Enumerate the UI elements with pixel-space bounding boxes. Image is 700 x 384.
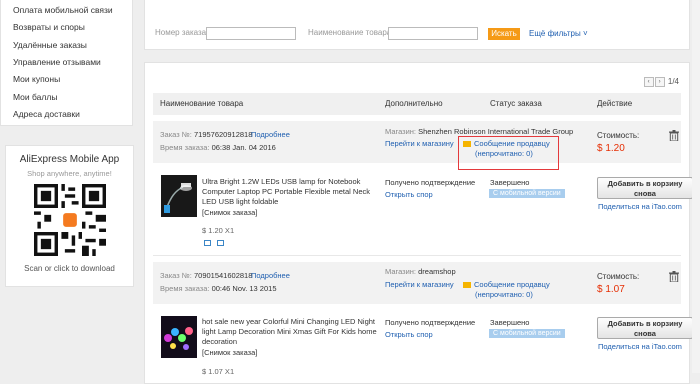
sidebar-item-reviews[interactable]: Управление отзывами <box>13 57 101 67</box>
order-number-input[interactable] <box>206 27 296 40</box>
order-status: Завершено <box>490 178 530 187</box>
sidebar-item-returns[interactable]: Возвраты и споры <box>13 22 85 32</box>
cost-label: Стоимость: <box>597 272 640 281</box>
order-snapshot-link[interactable]: [Снимок заказа] <box>202 208 302 218</box>
app-promo-subtitle: Shop anywhere, anytime! <box>27 169 112 178</box>
cost-label: Стоимость: <box>597 131 640 140</box>
mobile-badge: С мобильной версии <box>489 189 565 198</box>
highlight-message-seller <box>458 136 559 170</box>
unread-count[interactable]: (непрочитано: 0) <box>475 290 533 299</box>
order-search-panel: Номер заказа: Наименование товара: Искат… <box>144 0 690 50</box>
add-to-cart-again-button[interactable]: Добавить в корзину снова <box>597 317 693 339</box>
order-details-link[interactable]: Подробнее <box>251 130 290 139</box>
order-header: Заказ №: 70901541602818 Подробнее Время … <box>153 262 681 304</box>
sidebar-item-addresses[interactable]: Адреса доставки <box>13 109 80 119</box>
order-cost: $ 1.07 <box>597 284 625 295</box>
orders-panel: ‹ › 1/4 Наименование товара Дополнительно… <box>144 62 693 384</box>
product-title[interactable]: Ultra Bright 1.2W LEDs USB lamp for Note… <box>202 177 377 207</box>
qr-code-icon[interactable] <box>34 184 106 256</box>
next-page-button[interactable]: › <box>654 77 665 87</box>
order-time: Время заказа: 00:46 Nov. 13 2015 <box>160 284 277 293</box>
store-name: Магазин: Shenzhen Robinson International… <box>385 127 574 136</box>
order-snapshot-link[interactable]: [Снимок заказа] <box>202 348 302 358</box>
go-to-store-link[interactable]: Перейти к магазину <box>385 139 454 148</box>
product-image-usb-lamp[interactable] <box>161 175 197 217</box>
app-download-link[interactable]: Scan or click to download <box>6 264 133 273</box>
app-promo-title: AliExpress Mobile App <box>19 154 120 165</box>
confirmation-status: Получено подтверждение <box>385 178 476 187</box>
trash-icon[interactable] <box>669 271 679 282</box>
header-action: Действие <box>597 99 633 108</box>
order-number-label: Номер заказа: <box>155 28 209 37</box>
product-price: $ 1.07 X1 <box>202 367 235 376</box>
confirmation-status: Получено подтверждение <box>385 318 476 327</box>
photo-icon[interactable] <box>204 240 211 246</box>
sidebar-item-points[interactable]: Мои баллы <box>13 92 57 102</box>
search-button[interactable]: Искать <box>488 28 520 40</box>
message-seller-link[interactable]: Сообщение продавцу <box>463 280 550 289</box>
header-status: Статус заказа <box>490 99 542 108</box>
go-to-store-link[interactable]: Перейти к магазину <box>385 280 454 289</box>
product-image-night-light[interactable] <box>161 316 197 358</box>
order-details-link[interactable]: Подробнее <box>251 271 290 280</box>
sidebar-item-deleted-orders[interactable]: Удалённые заказы <box>13 40 87 50</box>
page-scrollbar[interactable] <box>692 0 700 373</box>
share-itao-link[interactable]: Поделиться на iTao.com <box>598 342 682 351</box>
sidebar-item-coupons[interactable]: Мои купоны <box>13 74 60 84</box>
order-header: Заказ №: 71957620912818 Подробнее Время … <box>153 121 681 163</box>
product-title[interactable]: hot sale new year Colorful Mini Changing… <box>202 317 377 347</box>
order-time: Время заказа: 06:38 Jan. 04 2016 <box>160 143 276 152</box>
header-product: Наименование товара <box>160 99 244 108</box>
product-price: $ 1.20 X1 <box>202 226 235 235</box>
open-dispute-link[interactable]: Открыть спор <box>385 330 433 339</box>
order-cost: $ 1.20 <box>597 143 625 154</box>
note-icon[interactable] <box>217 240 224 246</box>
pagination: ‹ › 1/4 <box>643 77 679 87</box>
account-menu: Оплата мобильной связи Возвраты и споры … <box>0 0 133 126</box>
store-name: Магазин: dreamshop <box>385 267 456 276</box>
header-additional: Дополнительно <box>385 99 443 108</box>
more-filters-link[interactable]: Ещё фильтры ˅ <box>529 29 588 38</box>
trash-icon[interactable] <box>669 130 679 141</box>
orders-table-header: Наименование товара Дополнительно Статус… <box>153 93 681 115</box>
product-name-input[interactable] <box>388 27 478 40</box>
envelope-icon <box>463 282 471 289</box>
order-divider <box>153 255 681 256</box>
prev-page-button[interactable]: ‹ <box>643 77 654 87</box>
order-number: Заказ №: 70901541602818 <box>160 271 253 280</box>
sidebar-item-mobile-payment[interactable]: Оплата мобильной связи <box>13 5 113 15</box>
page-indicator: 1/4 <box>667 77 679 87</box>
mobile-badge: С мобильной версии <box>489 329 565 338</box>
order-number: Заказ №: 71957620912818 <box>160 130 253 139</box>
order-status: Завершено <box>490 318 530 327</box>
open-dispute-link[interactable]: Открыть спор <box>385 190 433 199</box>
share-itao-link[interactable]: Поделиться на iTao.com <box>598 202 682 211</box>
add-to-cart-again-button[interactable]: Добавить в корзину снова <box>597 177 693 199</box>
mobile-app-promo[interactable]: AliExpress Mobile App Shop anywhere, any… <box>5 145 134 287</box>
product-name-label: Наименование товара: <box>308 28 394 37</box>
